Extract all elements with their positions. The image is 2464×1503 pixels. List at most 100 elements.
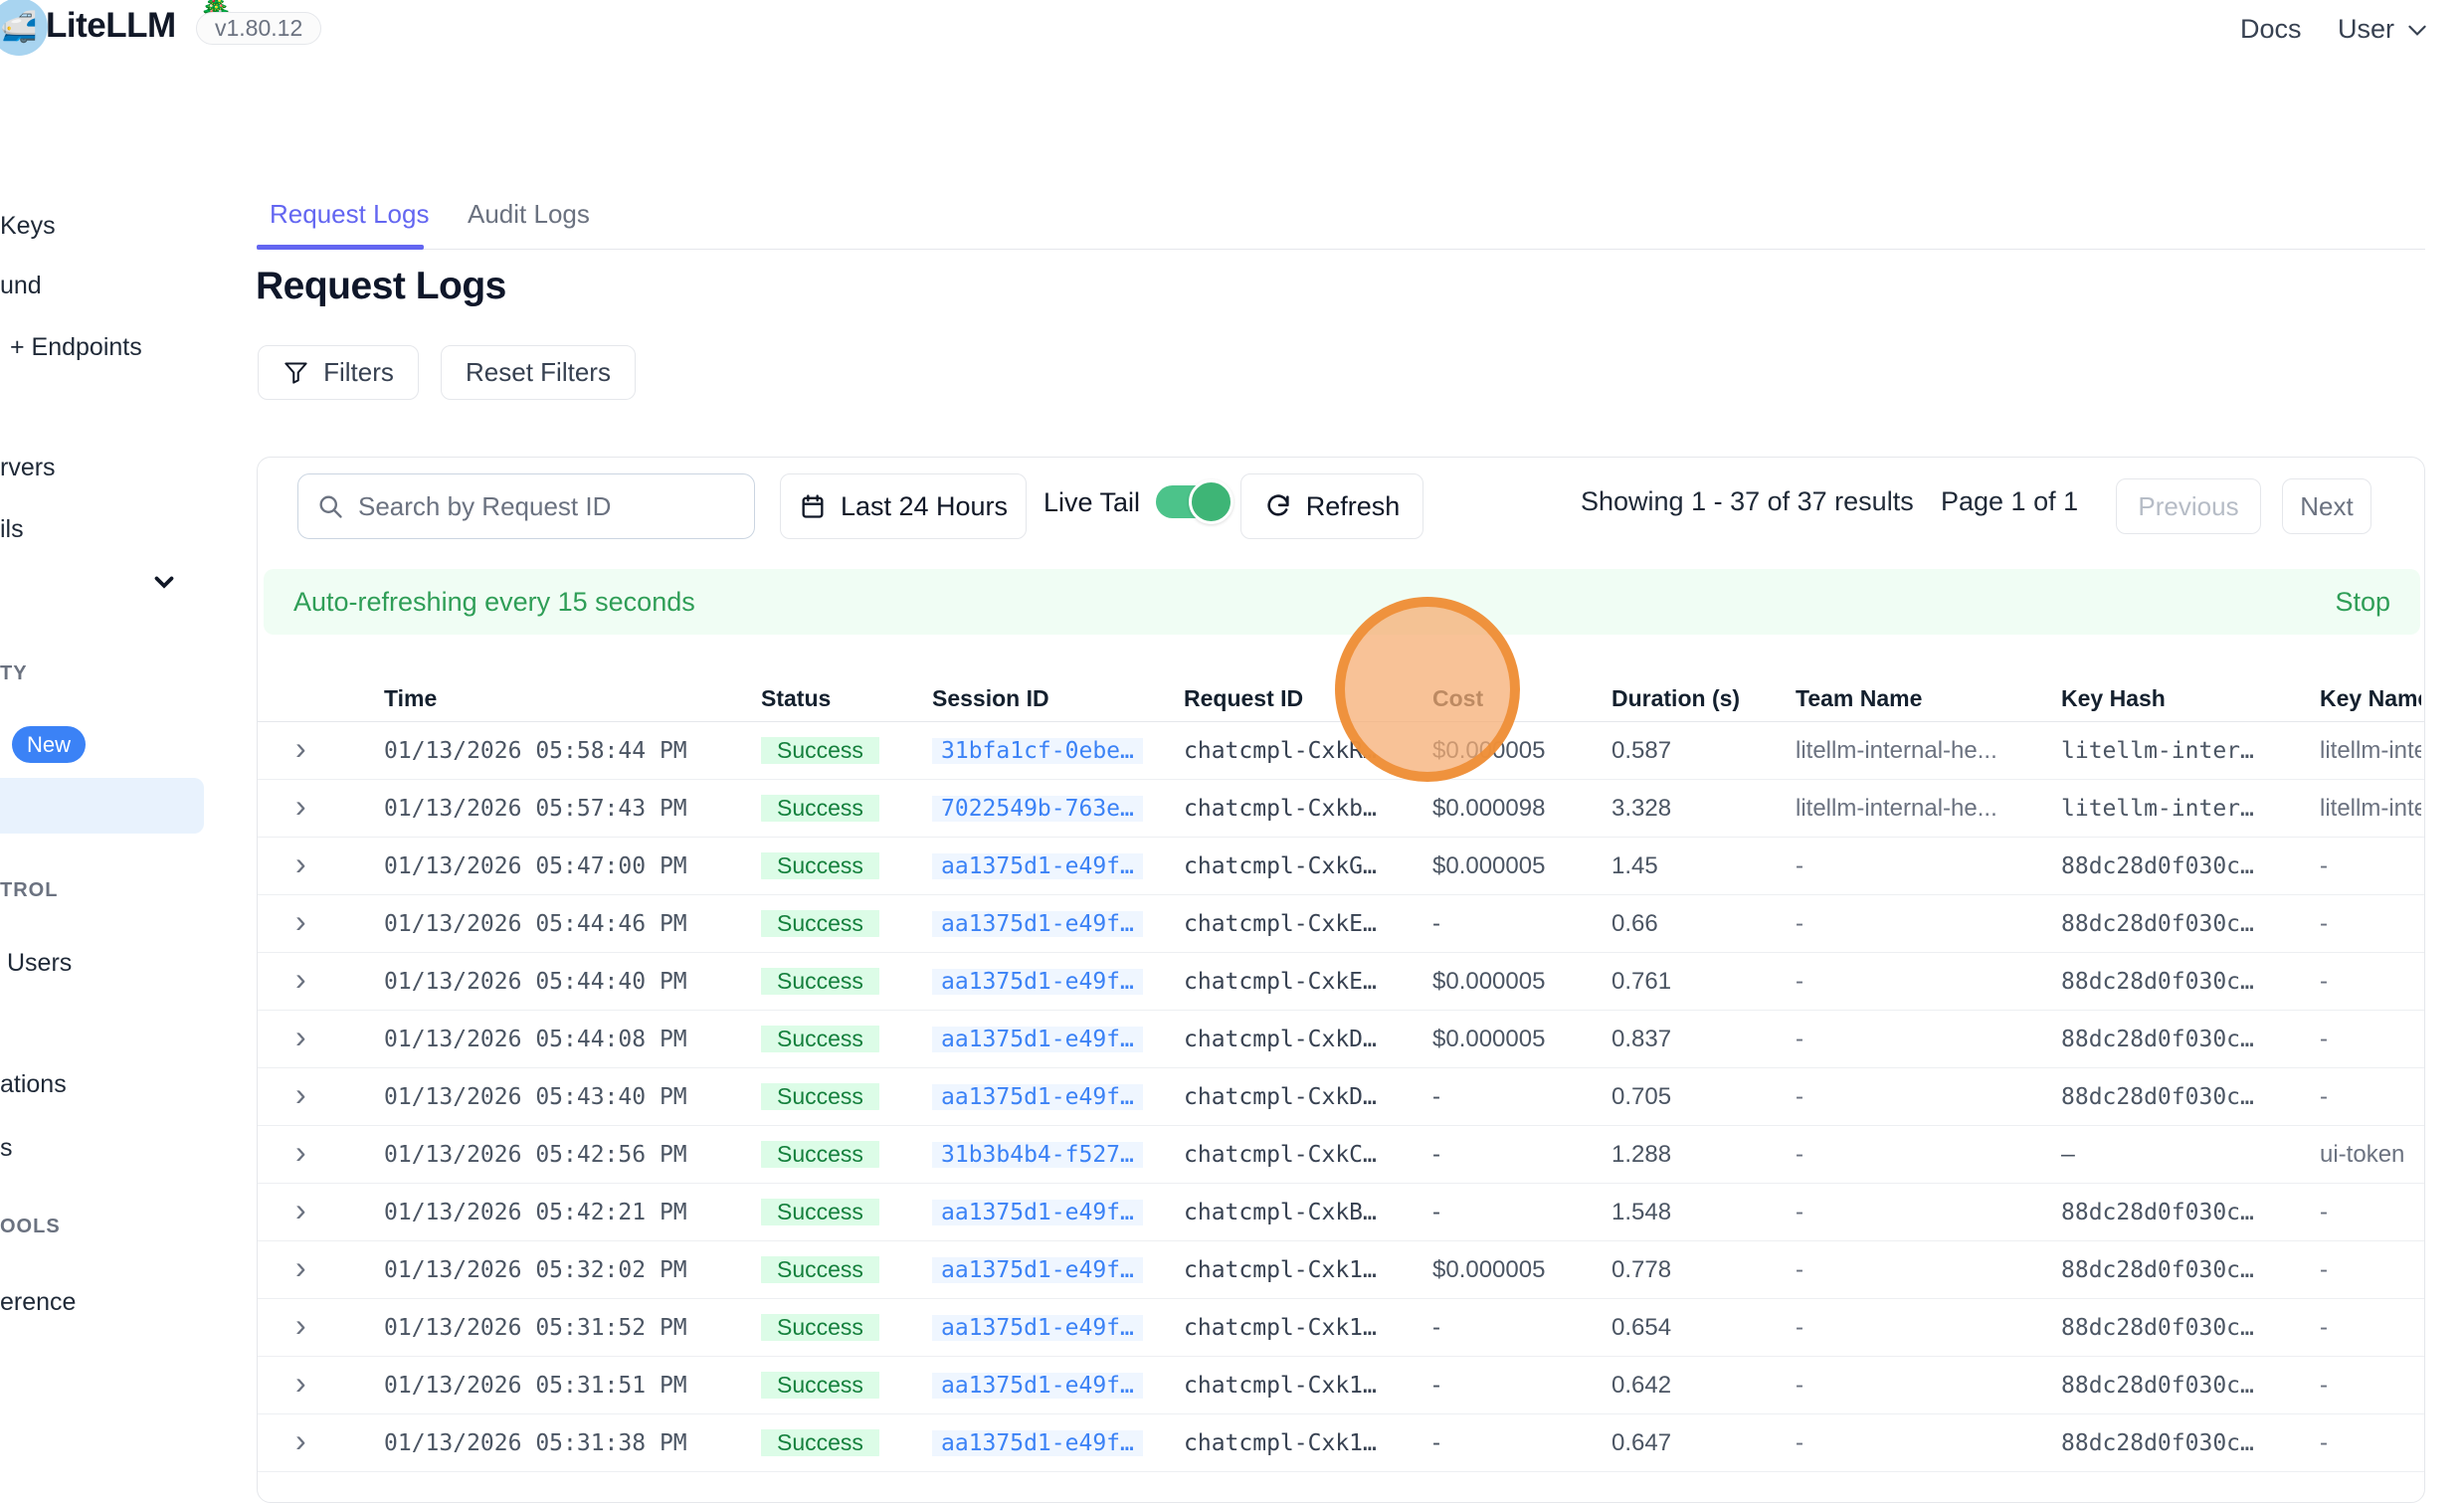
sidebar-item-playground[interactable]: und: [0, 272, 42, 300]
cell-time: 01/13/2026 05:43:40 PM: [384, 1084, 761, 1110]
session-id-link[interactable]: 7022549b-763e…: [932, 796, 1143, 822]
expand-row-chevron-icon[interactable]: ›: [295, 1081, 306, 1110]
user-menu[interactable]: User: [2338, 14, 2430, 45]
reset-filters-button[interactable]: Reset Filters: [441, 345, 636, 400]
sidebar-item-reference[interactable]: erence: [0, 1288, 76, 1317]
sidebar-item-logs-selected[interactable]: [0, 778, 204, 834]
table-header-row: Time Status Session ID Request ID Cost D…: [258, 676, 2424, 722]
status-badge: Success: [761, 1314, 879, 1341]
sidebar-item-guardrails[interactable]: ils: [0, 515, 24, 544]
status-badge: Success: [761, 852, 879, 879]
cell-key-name: -: [2320, 910, 2421, 938]
request-logs-table: Time Status Session ID Request ID Cost D…: [258, 676, 2424, 1472]
expand-row-chevron-icon[interactable]: ›: [295, 1312, 306, 1341]
cell-cost: $0.000005: [1432, 1256, 1611, 1284]
table-row[interactable]: › 01/13/2026 05:43:40 PM Success aa1375d…: [258, 1068, 2424, 1126]
cell-duration: 0.705: [1611, 1083, 1796, 1111]
expand-row-chevron-icon[interactable]: ›: [295, 850, 306, 879]
session-id-link[interactable]: aa1375d1-e49f…: [932, 1200, 1143, 1225]
logs-card: Last 24 Hours Live Tail Refresh Showing …: [257, 457, 2425, 1503]
expand-row-chevron-icon[interactable]: ›: [295, 1139, 306, 1168]
session-id-link[interactable]: 31b3b4b4-f527…: [932, 1142, 1143, 1168]
session-id-link[interactable]: aa1375d1-e49f…: [932, 1315, 1143, 1341]
session-id-link[interactable]: aa1375d1-e49f…: [932, 1257, 1143, 1283]
live-tail-toggle[interactable]: [1156, 485, 1228, 518]
header-request-id: Request ID: [1184, 685, 1432, 712]
cell-cost: $0.000005: [1432, 737, 1611, 765]
cell-team-name: -: [1796, 968, 2061, 996]
table-row[interactable]: › 01/13/2026 05:42:56 PM Success 31b3b4b…: [258, 1126, 2424, 1184]
cell-cost: $0.000005: [1432, 968, 1611, 996]
previous-page-button[interactable]: Previous: [2116, 478, 2261, 534]
expand-row-chevron-icon[interactable]: ›: [295, 1024, 306, 1052]
expand-row-chevron-icon[interactable]: ›: [295, 908, 306, 937]
time-range-button[interactable]: Last 24 Hours: [780, 473, 1027, 539]
expand-row-chevron-icon[interactable]: ›: [295, 735, 306, 764]
session-id-link[interactable]: aa1375d1-e49f…: [932, 1084, 1143, 1110]
sidebar-item-models-endpoints[interactable]: + Endpoints: [10, 333, 142, 362]
sidebar-item-servers[interactable]: rvers: [0, 454, 56, 482]
session-id-link[interactable]: aa1375d1-e49f…: [932, 1373, 1143, 1399]
tab-audit-logs[interactable]: Audit Logs: [468, 199, 590, 230]
expand-row-chevron-icon[interactable]: ›: [295, 1197, 306, 1225]
cell-cost: -: [1432, 1083, 1611, 1111]
session-id-link[interactable]: aa1375d1-e49f…: [932, 1027, 1143, 1052]
table-row[interactable]: › 01/13/2026 05:42:21 PM Success aa1375d…: [258, 1184, 2424, 1241]
cell-request-id: chatcmpl-CxkR…: [1184, 738, 1432, 764]
session-id-link[interactable]: aa1375d1-e49f…: [932, 969, 1143, 995]
sidebar-item-keys[interactable]: Keys: [0, 212, 56, 241]
session-id-link[interactable]: aa1375d1-e49f…: [932, 1430, 1143, 1456]
cell-team-name: -: [1796, 1199, 2061, 1226]
table-row[interactable]: › 01/13/2026 05:44:40 PM Success aa1375d…: [258, 953, 2424, 1011]
new-badge: New: [12, 726, 86, 763]
table-row[interactable]: › 01/13/2026 05:31:51 PM Success aa1375d…: [258, 1357, 2424, 1414]
filters-button[interactable]: Filters: [258, 345, 419, 400]
session-id-link[interactable]: 31bfa1cf-0ebe…: [932, 738, 1143, 764]
stop-auto-refresh-button[interactable]: Stop: [2335, 587, 2390, 618]
expand-row-chevron-icon[interactable]: ›: [295, 793, 306, 822]
expand-row-chevron-icon[interactable]: ›: [295, 1427, 306, 1456]
cell-time: 01/13/2026 05:32:02 PM: [384, 1257, 761, 1283]
calendar-icon: [799, 492, 827, 520]
sidebar-item-teams[interactable]: s: [0, 1134, 13, 1163]
refresh-button[interactable]: Refresh: [1240, 473, 1423, 539]
session-id-link[interactable]: aa1375d1-e49f…: [932, 911, 1143, 937]
table-row[interactable]: › 01/13/2026 05:58:44 PM Success 31bfa1c…: [258, 722, 2424, 780]
search-box[interactable]: [297, 473, 755, 539]
active-tab-underline: [257, 245, 424, 250]
table-row[interactable]: › 01/13/2026 05:31:52 PM Success aa1375d…: [258, 1299, 2424, 1357]
expand-row-chevron-icon[interactable]: ›: [295, 966, 306, 995]
filter-funnel-icon: [283, 359, 309, 386]
results-info: Showing 1 - 37 of 37 results: [1581, 486, 1914, 517]
sidebar-collapse-chevron-icon[interactable]: [149, 566, 179, 601]
sidebar-item-organizations[interactable]: ations: [0, 1070, 67, 1099]
cell-duration: 0.587: [1611, 737, 1796, 765]
docs-link[interactable]: Docs: [2240, 14, 2302, 45]
cell-cost: -: [1432, 1429, 1611, 1457]
sidebar-section-observability: TY: [0, 662, 28, 685]
expand-row-chevron-icon[interactable]: ›: [295, 1370, 306, 1399]
litellm-logo[interactable]: 🚅: [0, 0, 48, 56]
cell-key-hash: 88dc28d0f030c…: [2061, 1257, 2320, 1283]
next-page-button[interactable]: Next: [2282, 478, 2371, 534]
cell-cost: -: [1432, 1372, 1611, 1400]
tab-request-logs[interactable]: Request Logs: [270, 199, 429, 230]
table-row[interactable]: › 01/13/2026 05:44:46 PM Success aa1375d…: [258, 895, 2424, 953]
time-range-label: Last 24 Hours: [841, 491, 1008, 522]
cell-key-hash: 88dc28d0f030c…: [2061, 1430, 2320, 1456]
table-row[interactable]: › 01/13/2026 05:31:38 PM Success aa1375d…: [258, 1414, 2424, 1472]
session-id-link[interactable]: aa1375d1-e49f…: [932, 853, 1143, 879]
table-row[interactable]: › 01/13/2026 05:57:43 PM Success 7022549…: [258, 780, 2424, 838]
refresh-icon: [1264, 492, 1292, 520]
cell-key-name: -: [2320, 1429, 2421, 1457]
expand-row-chevron-icon[interactable]: ›: [295, 1254, 306, 1283]
chevron-down-icon: [2404, 17, 2430, 43]
sidebar-item-users[interactable]: Users: [7, 949, 72, 978]
search-input[interactable]: [358, 491, 736, 522]
table-row[interactable]: › 01/13/2026 05:44:08 PM Success aa1375d…: [258, 1011, 2424, 1068]
cell-team-name: litellm-internal-he...: [1796, 795, 2061, 823]
cell-time: 01/13/2026 05:47:00 PM: [384, 853, 761, 879]
status-badge: Success: [761, 968, 879, 995]
table-row[interactable]: › 01/13/2026 05:32:02 PM Success aa1375d…: [258, 1241, 2424, 1299]
table-row[interactable]: › 01/13/2026 05:47:00 PM Success aa1375d…: [258, 838, 2424, 895]
